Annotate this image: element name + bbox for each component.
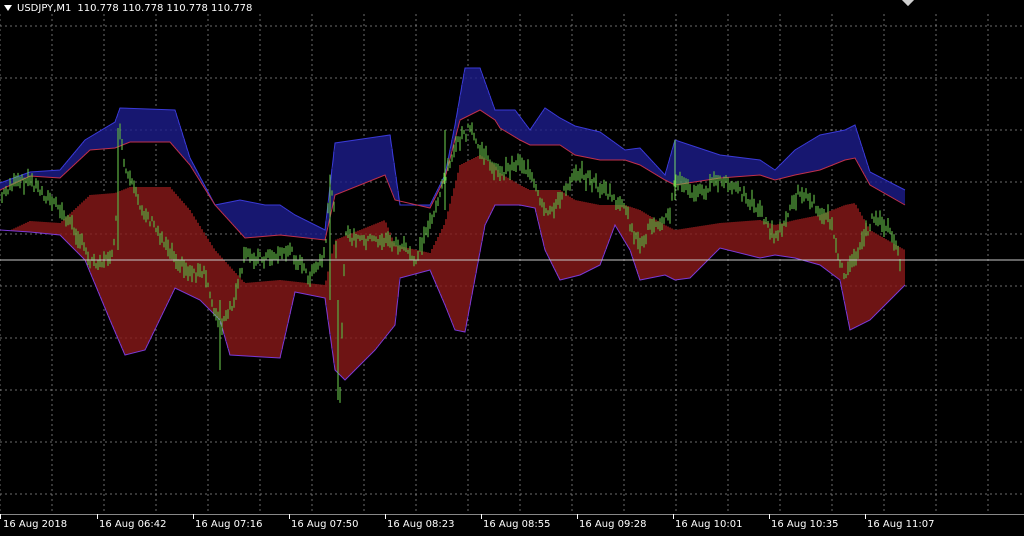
time-tick	[865, 514, 866, 519]
time-tick	[193, 514, 194, 519]
time-tick	[577, 514, 578, 519]
time-tick	[0, 514, 1, 519]
open-value: 110.778	[77, 2, 119, 14]
low-value: 110.778	[166, 2, 208, 14]
time-label: 16 Aug 09:28	[579, 519, 647, 530]
time-tick	[289, 514, 290, 519]
time-axis-line	[0, 514, 1024, 515]
time-tick	[673, 514, 674, 519]
dropdown-triangle-icon[interactable]	[4, 5, 12, 11]
time-label: 16 Aug 08:23	[387, 519, 455, 530]
high-value: 110.778	[121, 2, 164, 14]
time-label: 16 Aug 08:55	[483, 519, 551, 530]
time-label: 16 Aug 10:01	[675, 519, 743, 530]
close-value: 110.778	[211, 2, 253, 14]
time-tick	[481, 514, 482, 519]
chart-window[interactable]: USDJPY,M1 110.778 110.778 110.778 110.77…	[0, 0, 1024, 536]
time-label: 16 Aug 07:50	[291, 519, 359, 530]
bands	[0, 67, 906, 381]
time-tick	[385, 514, 386, 519]
time-tick	[97, 514, 98, 519]
time-label: 16 Aug 2018	[3, 519, 68, 530]
time-label: 16 Aug 07:16	[195, 519, 263, 530]
chart-header: USDJPY,M1 110.778 110.778 110.778 110.77…	[4, 1, 252, 15]
price-chart[interactable]	[0, 0, 1024, 536]
time-label: 16 Aug 06:42	[99, 519, 167, 530]
time-tick	[769, 514, 770, 519]
symbol-label: USDJPY,M1	[17, 2, 72, 14]
time-label: 16 Aug 11:07	[867, 519, 935, 530]
time-label: 16 Aug 10:35	[771, 519, 839, 530]
